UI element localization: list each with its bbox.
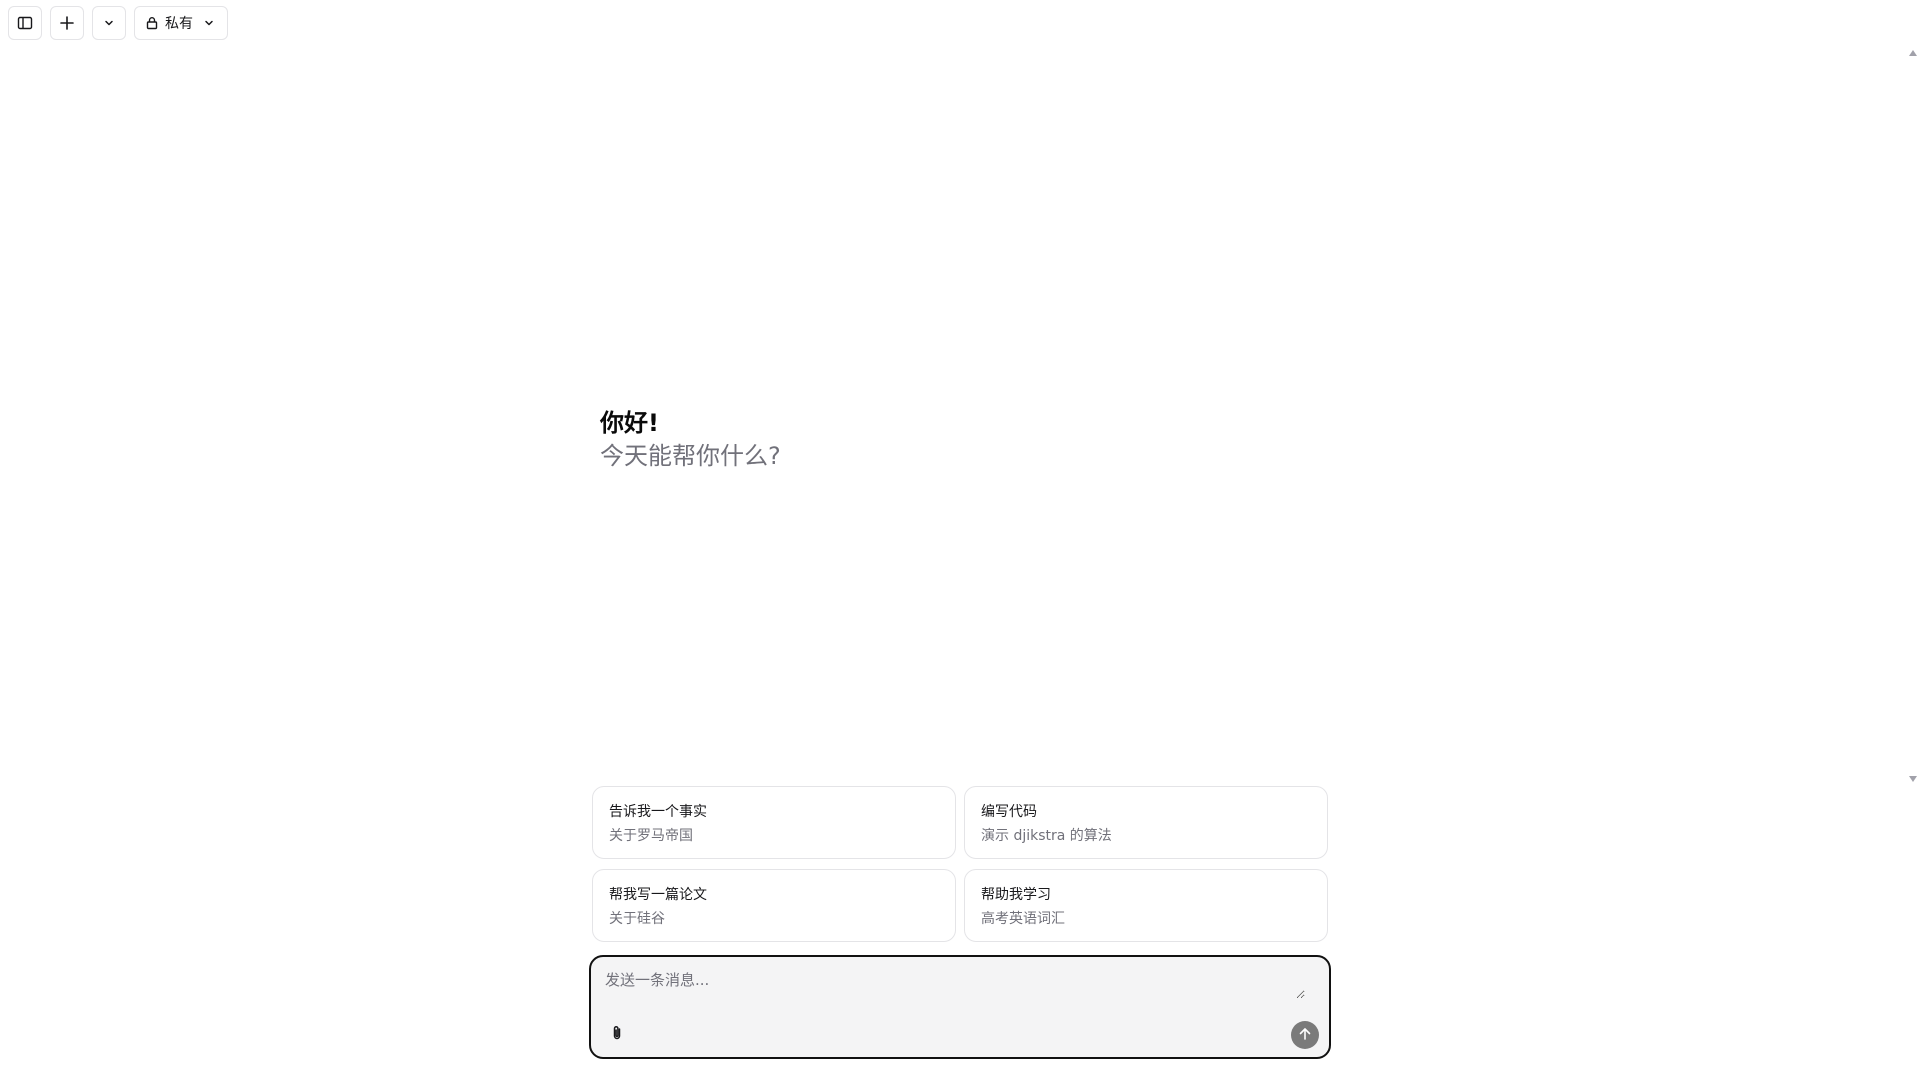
lock-icon bbox=[145, 16, 159, 30]
suggested-actions: 告诉我一个事实 关于罗马帝国 编写代码 演示 djikstra 的算法 帮我写一… bbox=[592, 786, 1328, 942]
greeting: 你好! 今天能帮你什么? bbox=[600, 406, 781, 472]
visibility-selector-button[interactable]: 私有 bbox=[134, 6, 228, 40]
chat-app: 私有 你好! 今天能帮你什么? 告诉我一个事实 关于罗马帝国 编写代码 演示 d… bbox=[0, 0, 1920, 1080]
plus-icon bbox=[59, 15, 75, 31]
message-composer bbox=[589, 955, 1331, 1059]
scroll-up-arrow-icon[interactable] bbox=[1906, 46, 1920, 60]
suggestion-subtitle: 关于硅谷 bbox=[609, 911, 665, 927]
paperclip-icon bbox=[610, 1025, 624, 1045]
suggestion-title: 告诉我一个事实 bbox=[609, 804, 707, 820]
sidebar-icon bbox=[17, 15, 33, 31]
arrow-up-icon bbox=[1298, 1026, 1312, 1045]
suggestion-card[interactable]: 编写代码 演示 djikstra 的算法 bbox=[964, 786, 1328, 859]
visibility-label: 私有 bbox=[165, 16, 193, 32]
suggestion-title: 帮助我学习 bbox=[981, 887, 1051, 903]
attach-button[interactable] bbox=[605, 1023, 629, 1047]
suggestion-title: 编写代码 bbox=[981, 804, 1037, 820]
send-button[interactable] bbox=[1291, 1021, 1319, 1049]
greeting-title: 你好! bbox=[600, 409, 659, 437]
scroll-down-arrow-icon[interactable] bbox=[1906, 772, 1920, 786]
suggestion-card[interactable]: 帮我写一篇论文 关于硅谷 bbox=[592, 869, 956, 942]
model-selector-button[interactable] bbox=[92, 6, 126, 40]
suggestion-card[interactable]: 帮助我学习 高考英语词汇 bbox=[964, 869, 1328, 942]
suggestion-subtitle: 关于罗马帝国 bbox=[609, 828, 693, 844]
greeting-subtitle: 今天能帮你什么? bbox=[600, 442, 781, 470]
scrollbar[interactable] bbox=[1906, 46, 1920, 786]
suggestion-subtitle: 高考英语词汇 bbox=[981, 911, 1065, 927]
suggestion-card[interactable]: 告诉我一个事实 关于罗马帝国 bbox=[592, 786, 956, 859]
chevron-down-icon bbox=[103, 17, 115, 29]
sidebar-toggle-button[interactable] bbox=[8, 6, 42, 40]
top-toolbar: 私有 bbox=[8, 6, 228, 40]
suggestion-subtitle: 演示 djikstra 的算法 bbox=[981, 828, 1112, 844]
suggestion-title: 帮我写一篇论文 bbox=[609, 887, 707, 903]
chevron-down-icon bbox=[203, 17, 215, 29]
new-chat-button[interactable] bbox=[50, 6, 84, 40]
message-input[interactable] bbox=[605, 969, 1305, 999]
